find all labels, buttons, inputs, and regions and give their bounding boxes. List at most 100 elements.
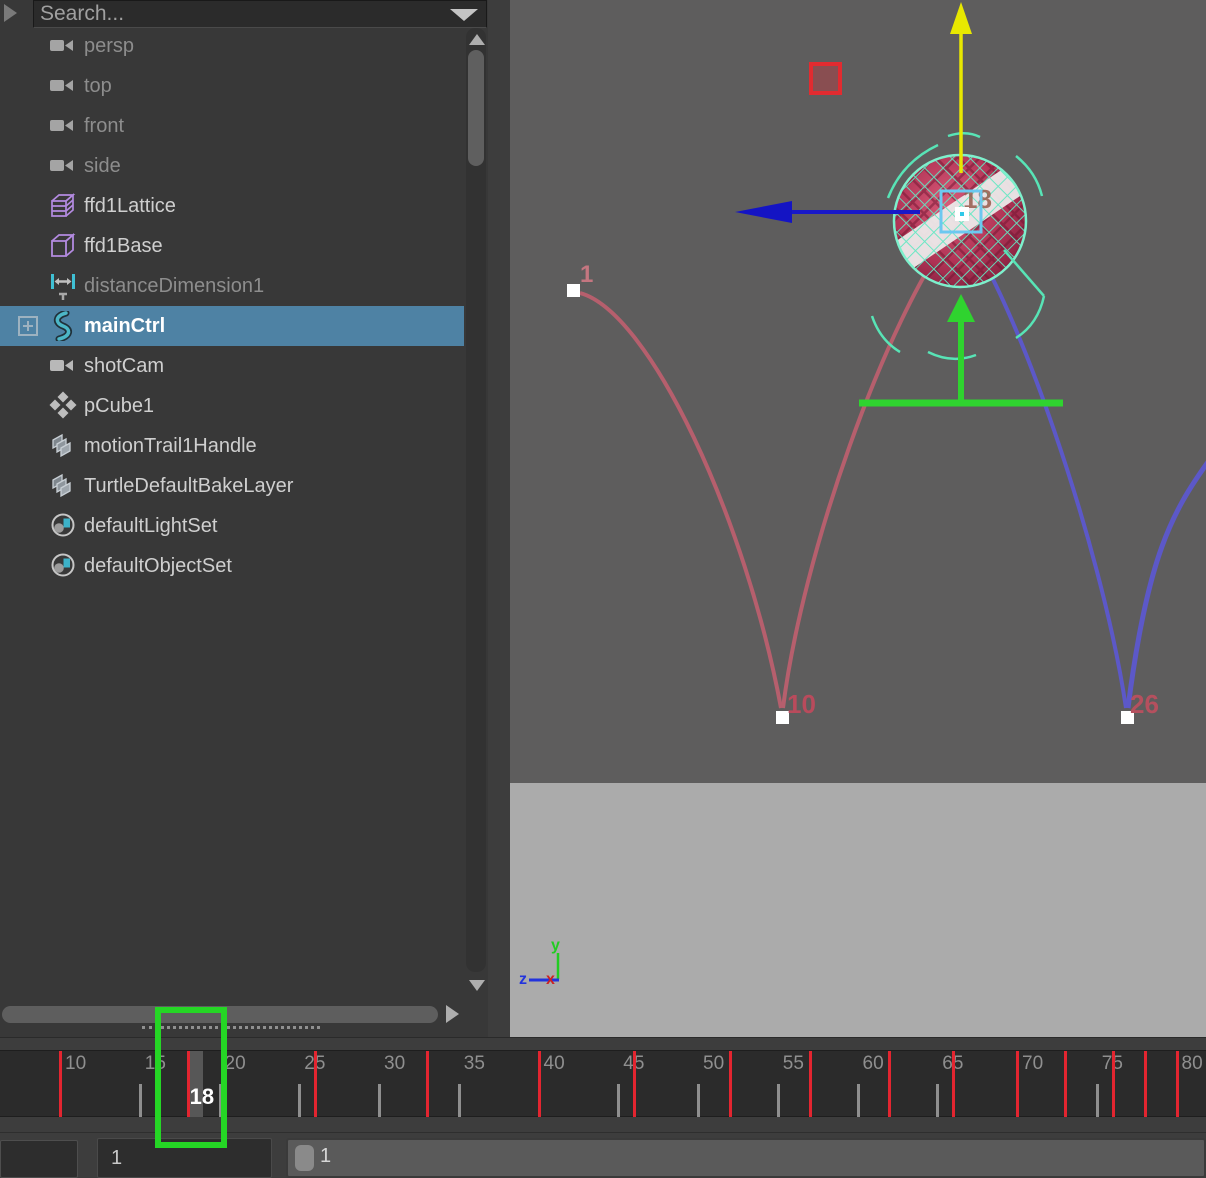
outliner-item-label: motionTrail1Handle bbox=[84, 435, 257, 458]
camera-icon bbox=[48, 151, 78, 181]
svg-text:z: z bbox=[519, 971, 527, 988]
outliner-item-front[interactable]: front bbox=[0, 106, 464, 146]
frame-tick-65 bbox=[936, 1084, 939, 1117]
character-set-field[interactable] bbox=[0, 1140, 78, 1178]
range-slider[interactable]: 1 bbox=[286, 1138, 1206, 1178]
camera-icon bbox=[48, 351, 78, 381]
svg-text:26: 26 bbox=[1130, 689, 1159, 719]
3d-viewport[interactable]: 18 1 10 26 bbox=[510, 0, 1206, 1037]
keyframe-tick-52[interactable] bbox=[729, 1051, 732, 1117]
outliner-item-label: shotCam bbox=[84, 355, 164, 378]
search-input[interactable] bbox=[40, 1, 440, 27]
frame-label-50: 50 bbox=[703, 1053, 724, 1075]
frame-label-70: 70 bbox=[1022, 1053, 1043, 1075]
scroll-up-icon[interactable] bbox=[469, 34, 485, 45]
frame-label-30: 30 bbox=[384, 1053, 405, 1075]
distance-dimension-icon bbox=[48, 271, 78, 301]
outliner-item-label: persp bbox=[84, 35, 134, 58]
range-start-label: 1 bbox=[320, 1145, 331, 1168]
frame-tick-25 bbox=[298, 1084, 301, 1117]
outliner-item-label: mainCtrl bbox=[84, 315, 165, 338]
outliner-item-label: top bbox=[84, 75, 112, 98]
object-set-icon bbox=[48, 511, 78, 541]
outliner-item-label: defaultLightSet bbox=[84, 515, 217, 538]
outliner-item-pCube1[interactable]: pCube1 bbox=[0, 386, 464, 426]
camera-icon bbox=[48, 71, 78, 101]
frame-tick-30 bbox=[378, 1084, 381, 1117]
frame-label-20: 20 bbox=[225, 1053, 246, 1075]
svg-text:x: x bbox=[546, 971, 555, 988]
scroll-right-icon[interactable] bbox=[446, 1005, 459, 1023]
expand-icon[interactable] bbox=[18, 316, 38, 336]
keyframe-tick-62[interactable] bbox=[888, 1051, 891, 1117]
frame-label-35: 35 bbox=[464, 1053, 485, 1075]
poly-cube-icon bbox=[48, 391, 78, 421]
object-set-icon bbox=[48, 551, 78, 581]
keyframe-tick-46[interactable] bbox=[633, 1051, 636, 1117]
keyframe-tick-66[interactable] bbox=[952, 1051, 955, 1117]
outliner-item-defaultLightSet[interactable]: defaultLightSet bbox=[0, 506, 464, 546]
keyframe-tick-78[interactable] bbox=[1144, 1051, 1147, 1117]
camera-icon bbox=[48, 111, 78, 141]
frame-tick-60 bbox=[857, 1084, 860, 1117]
vertical-scrollbar-track[interactable] bbox=[466, 28, 486, 972]
range-slider-handle[interactable] bbox=[295, 1145, 314, 1171]
svg-text:10: 10 bbox=[787, 689, 816, 719]
bake-layer-icon bbox=[48, 471, 78, 501]
camera-icon bbox=[48, 31, 78, 61]
outliner-item-distanceDimension1[interactable]: distanceDimension1 bbox=[0, 266, 464, 306]
frame-label-10: 10 bbox=[65, 1053, 86, 1075]
ground-plane bbox=[510, 783, 1206, 1037]
outliner-item-motionTrail1Handle[interactable]: motionTrail1Handle bbox=[0, 426, 464, 466]
search-dropdown-icon[interactable] bbox=[450, 9, 478, 21]
outliner-item-defaultObjectSet[interactable]: defaultObjectSet bbox=[0, 546, 464, 586]
outliner-item-label: ffd1Base bbox=[84, 235, 163, 258]
keyframe-tick-76[interactable] bbox=[1112, 1051, 1115, 1117]
frame-tick-75 bbox=[1096, 1084, 1099, 1117]
outliner-item-top[interactable]: top bbox=[0, 66, 464, 106]
keyframe-tick-40[interactable] bbox=[538, 1051, 541, 1117]
keyframe-tick-10[interactable] bbox=[59, 1051, 62, 1117]
outliner-item-label: defaultObjectSet bbox=[84, 555, 232, 578]
outliner-item-label: side bbox=[84, 155, 121, 178]
keyframe-tick-57[interactable] bbox=[809, 1051, 812, 1117]
frame-label-60: 60 bbox=[863, 1053, 884, 1075]
frame-tick-45 bbox=[617, 1084, 620, 1117]
curve-icon bbox=[48, 311, 78, 341]
frame-label-40: 40 bbox=[544, 1053, 565, 1075]
panel-divider[interactable] bbox=[488, 0, 510, 1037]
outliner-item-label: front bbox=[84, 115, 124, 138]
keyframe-tick-26[interactable] bbox=[314, 1051, 317, 1117]
svg-text:1: 1 bbox=[580, 261, 593, 288]
keyframe-tick-33[interactable] bbox=[426, 1051, 429, 1117]
lattice-base-icon bbox=[48, 231, 78, 261]
outliner-item-label: TurtleDefaultBakeLayer bbox=[84, 475, 293, 498]
outliner-item-shotCam[interactable]: shotCam bbox=[0, 346, 464, 386]
outliner-list: persp top front side ffd1Lattice ffd1Base dist… bbox=[0, 26, 464, 1016]
panel-menu-arrow-icon[interactable] bbox=[4, 4, 17, 22]
outliner-item-TurtleDefaultBakeLayer[interactable]: TurtleDefaultBakeLayer bbox=[0, 466, 464, 506]
keyframe-tick-80[interactable] bbox=[1176, 1051, 1179, 1117]
outliner-item-mainCtrl[interactable]: mainCtrl bbox=[0, 306, 464, 346]
annotation-highlight-box bbox=[155, 1007, 227, 1148]
outliner-panel: persp top front side ffd1Lattice ffd1Base dist… bbox=[0, 0, 490, 1037]
red-locator-square[interactable] bbox=[811, 64, 840, 93]
frame-tick-55 bbox=[777, 1084, 780, 1117]
lattice-icon bbox=[48, 191, 78, 221]
motion-trail-icon bbox=[48, 431, 78, 461]
keyframe-tick-73[interactable] bbox=[1064, 1051, 1067, 1117]
keyframe-tick-70[interactable] bbox=[1016, 1051, 1019, 1117]
outliner-item-ffd1Base[interactable]: ffd1Base bbox=[0, 226, 464, 266]
outliner-item-side[interactable]: side bbox=[0, 146, 464, 186]
outliner-item-label: pCube1 bbox=[84, 395, 154, 418]
frame-tick-15 bbox=[139, 1084, 142, 1117]
scroll-down-icon[interactable] bbox=[469, 980, 485, 991]
frame-tick-50 bbox=[697, 1084, 700, 1117]
frame-label-80: 80 bbox=[1182, 1053, 1203, 1075]
vertical-scrollbar-thumb[interactable] bbox=[468, 50, 484, 166]
outliner-item-persp[interactable]: persp bbox=[0, 26, 464, 66]
outliner-item-ffd1Lattice[interactable]: ffd1Lattice bbox=[0, 186, 464, 226]
outliner-item-label: ffd1Lattice bbox=[84, 195, 176, 218]
frame-label-55: 55 bbox=[783, 1053, 804, 1075]
svg-text:y: y bbox=[551, 937, 560, 954]
